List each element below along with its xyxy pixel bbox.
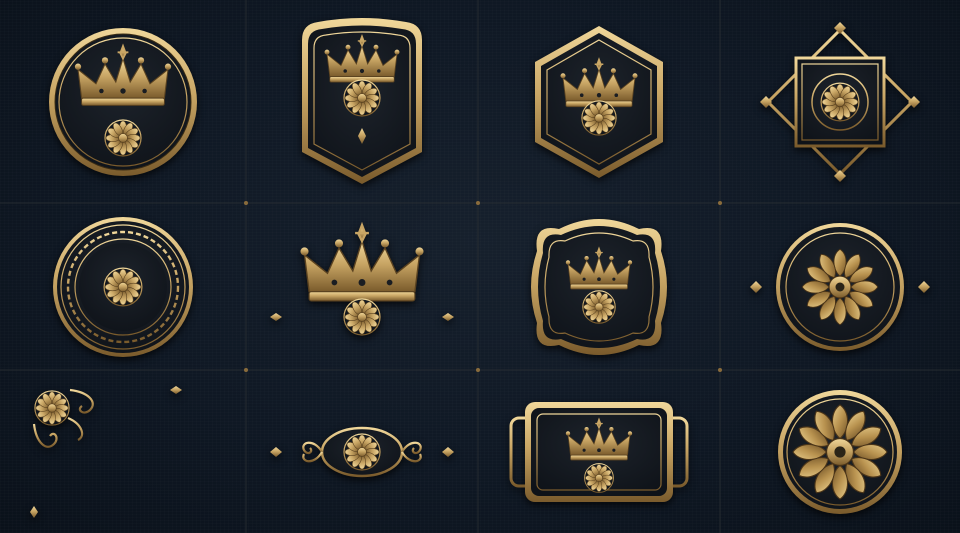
rosette-icon (104, 118, 142, 157)
diamond-frame-rosette-emblem (720, 0, 960, 203)
quatrefoil-crown-badge-emblem (478, 203, 720, 370)
rosette-icon (584, 462, 614, 493)
rosette-icon (103, 266, 143, 307)
ornate-corner-bracket-emblem (0, 370, 246, 533)
ring-large-rosette-emblem (720, 203, 960, 370)
rosette-icon (581, 99, 617, 136)
crown-divider-emblem (246, 203, 478, 370)
round-medallion-rosette-emblem (720, 370, 960, 533)
rectangular-crown-plaque-emblem (478, 370, 720, 533)
greek-key-circle-emblem (0, 203, 246, 370)
rosette-icon (34, 390, 70, 426)
rosette-icon (343, 432, 381, 471)
rosette-icon (820, 81, 860, 122)
emblem-sheet (0, 0, 960, 533)
hexagon-crown-badge-emblem (478, 0, 720, 203)
scroll-divider-emblem (246, 370, 478, 533)
rosette-icon (343, 78, 381, 117)
shield-crown-badge-emblem (246, 0, 478, 203)
crown-icon (299, 223, 425, 302)
rosette-icon (343, 297, 381, 336)
rosette-icon (582, 289, 616, 324)
round-crown-badge-emblem (0, 0, 246, 203)
